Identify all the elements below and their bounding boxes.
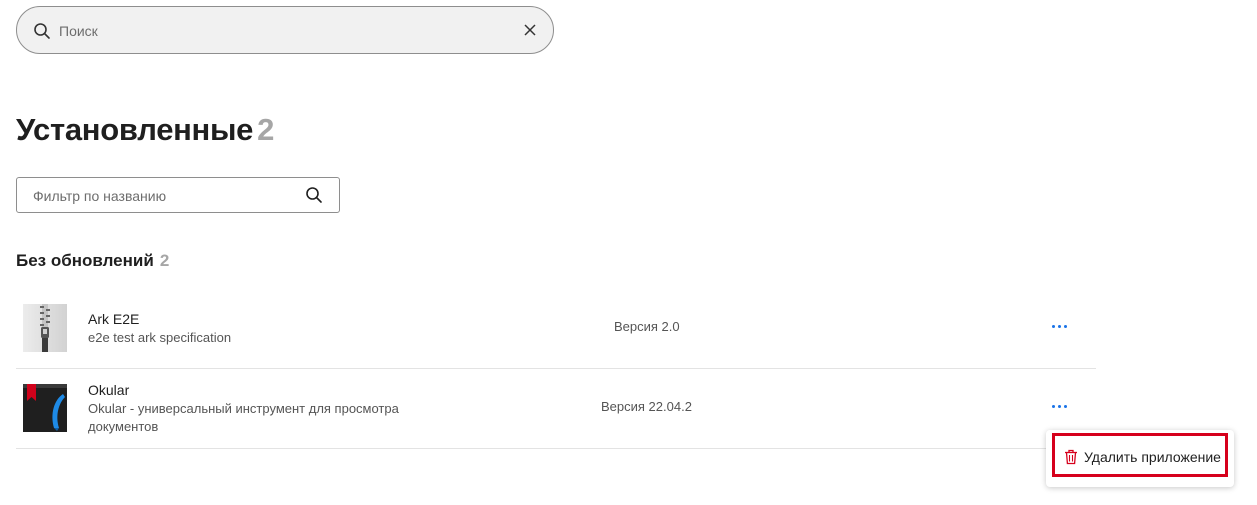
search-icon[interactable] <box>305 186 323 204</box>
context-menu: Удалить приложение <box>1046 430 1234 487</box>
section-title: Без обновлений 2 <box>16 251 169 271</box>
app-row-okular[interactable]: Okular Okular - универсальный инструмент… <box>16 369 1096 449</box>
filter-input[interactable] <box>31 184 305 208</box>
app-version: Версия 22.04.2 <box>601 399 692 414</box>
search-icon <box>34 23 50 39</box>
app-name[interactable]: Okular <box>88 382 129 398</box>
page-title-text: Установленные <box>16 112 254 147</box>
delete-app-label: Удалить приложение <box>1084 449 1221 465</box>
delete-app-menu-item[interactable]: Удалить приложение <box>1052 433 1228 477</box>
search-input[interactable] <box>57 17 501 45</box>
installed-count: 2 <box>257 112 275 147</box>
app-row-ark-e2e[interactable]: Ark E2E e2e test ark specification Верси… <box>16 291 1096 369</box>
app-name[interactable]: Ark E2E <box>88 311 139 327</box>
app-description: Okular - универсальный инструмент для пр… <box>88 401 399 434</box>
section-title-text: Без обновлений <box>16 251 154 270</box>
app-description: e2e test ark specification <box>88 330 232 345</box>
archive-zip-icon <box>23 304 67 352</box>
more-options-button[interactable] <box>1050 321 1068 331</box>
close-icon[interactable] <box>523 23 537 37</box>
name-filter[interactable] <box>16 177 340 213</box>
more-options-button[interactable] <box>1050 401 1068 411</box>
section-count: 2 <box>159 251 170 270</box>
okular-icon <box>23 384 67 432</box>
trash-icon <box>1065 449 1077 465</box>
global-search[interactable] <box>16 6 554 54</box>
page-title: Установленные 2 <box>16 112 274 148</box>
app-version: Версия 2.0 <box>614 319 680 334</box>
